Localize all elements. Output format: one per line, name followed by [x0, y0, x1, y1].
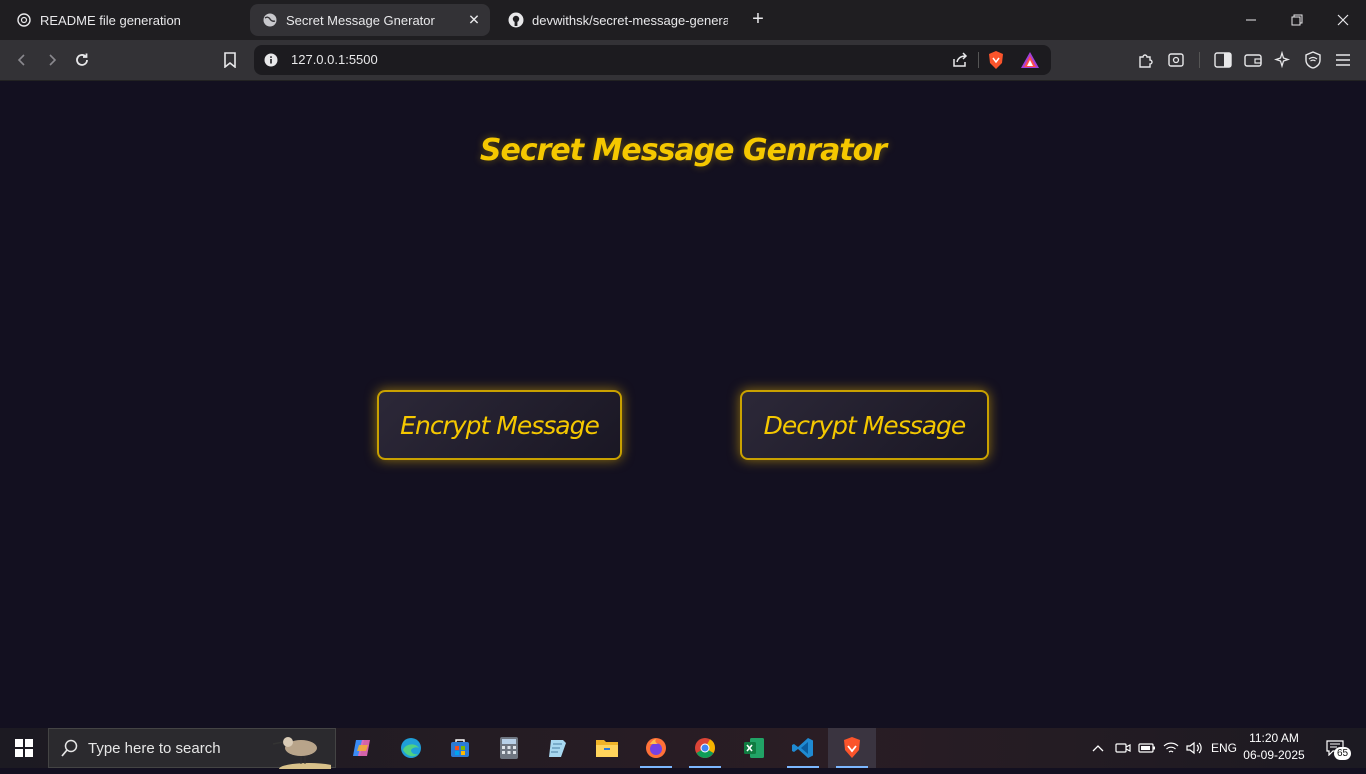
share-icon[interactable] — [951, 51, 969, 74]
page-title: Secret Message Genrator — [479, 133, 887, 168]
browser-tab-strip: README file generation Secret Message Gn… — [0, 0, 1366, 40]
openai-icon — [16, 12, 32, 28]
volume-icon[interactable] — [1184, 728, 1206, 768]
tab-title: devwithsk/secret-message-generator — [532, 12, 728, 28]
notification-center-icon[interactable]: 65 — [1320, 728, 1352, 768]
brave-icon[interactable] — [828, 728, 876, 768]
wifi-icon[interactable] — [1160, 728, 1182, 768]
github-icon — [508, 12, 524, 28]
address-bar[interactable]: 127.0.0.1:5500 — [254, 45, 1051, 75]
restore-button[interactable] — [1274, 0, 1320, 40]
vpn-icon[interactable] — [1301, 48, 1325, 72]
chrome-icon[interactable] — [681, 728, 729, 768]
vscode-icon[interactable] — [779, 728, 827, 768]
extensions-icon[interactable] — [1134, 48, 1158, 72]
globe-icon — [262, 12, 278, 28]
tab-readme[interactable]: README file generation — [8, 0, 248, 40]
sidebar-icon[interactable] — [1211, 48, 1235, 72]
edge-icon[interactable] — [387, 728, 435, 768]
new-tab-button[interactable]: + — [748, 8, 768, 32]
battery-icon[interactable] — [1136, 728, 1158, 768]
minimize-button[interactable] — [1228, 0, 1274, 40]
copilot-icon[interactable] — [338, 728, 386, 768]
start-button[interactable] — [0, 728, 48, 768]
decrypt-message-button[interactable]: Decrypt Message — [740, 390, 989, 460]
notepad-icon[interactable] — [534, 728, 582, 768]
forward-icon[interactable] — [40, 48, 64, 72]
leo-ai-icon[interactable] — [1271, 48, 1295, 72]
show-hidden-icons-icon[interactable] — [1088, 728, 1108, 768]
wallet-icon[interactable] — [1241, 48, 1265, 72]
divider — [1199, 52, 1200, 68]
search-icon — [61, 739, 79, 757]
calculator-icon[interactable] — [485, 728, 533, 768]
tab-title: Secret Message Gnerator — [286, 12, 435, 28]
web-page: Secret Message Genrator Encrypt Message … — [0, 81, 1366, 728]
brave-rewards-icon[interactable] — [1020, 51, 1040, 74]
system-clock[interactable]: 11:20 AM 06-09-2025 — [1240, 730, 1308, 764]
tab-title: README file generation — [40, 12, 181, 28]
windows-taskbar: Type here to search ENG 11:20 AM 06-09-2… — [0, 728, 1366, 774]
close-window-button[interactable] — [1320, 0, 1366, 40]
site-info-icon[interactable] — [264, 53, 278, 67]
file-explorer-icon[interactable] — [583, 728, 631, 768]
reload-icon[interactable] — [70, 48, 94, 72]
firefox-icon[interactable] — [632, 728, 680, 768]
divider — [978, 52, 979, 68]
notification-count-badge: 65 — [1334, 747, 1352, 760]
browser-toolbar: 127.0.0.1:5500 — [0, 40, 1366, 81]
bookmark-icon[interactable] — [218, 48, 242, 72]
tab-secret-message[interactable]: Secret Message Gnerator ✕ — [250, 4, 490, 36]
clock-date: 06-09-2025 — [1243, 748, 1305, 762]
meet-now-icon[interactable] — [1112, 728, 1134, 768]
excel-icon[interactable] — [730, 728, 778, 768]
search-placeholder: Type here to search — [88, 739, 221, 757]
close-tab-icon[interactable]: ✕ — [466, 12, 482, 29]
brave-shields-icon[interactable] — [986, 50, 1006, 75]
windows-icon — [15, 739, 33, 757]
back-icon[interactable] — [10, 48, 34, 72]
search-tabs-icon[interactable] — [1164, 48, 1188, 72]
store-icon[interactable] — [436, 728, 484, 768]
encrypt-message-button[interactable]: Encrypt Message — [377, 390, 622, 460]
clock-time: 11:20 AM — [1249, 731, 1299, 745]
address-text: 127.0.0.1:5500 — [291, 52, 378, 67]
menu-icon[interactable] — [1331, 48, 1355, 72]
taskbar-search-box[interactable]: Type here to search — [48, 728, 339, 774]
tab-github[interactable]: devwithsk/secret-message-generator — [498, 0, 736, 40]
language-indicator[interactable]: ENG — [1208, 728, 1240, 768]
